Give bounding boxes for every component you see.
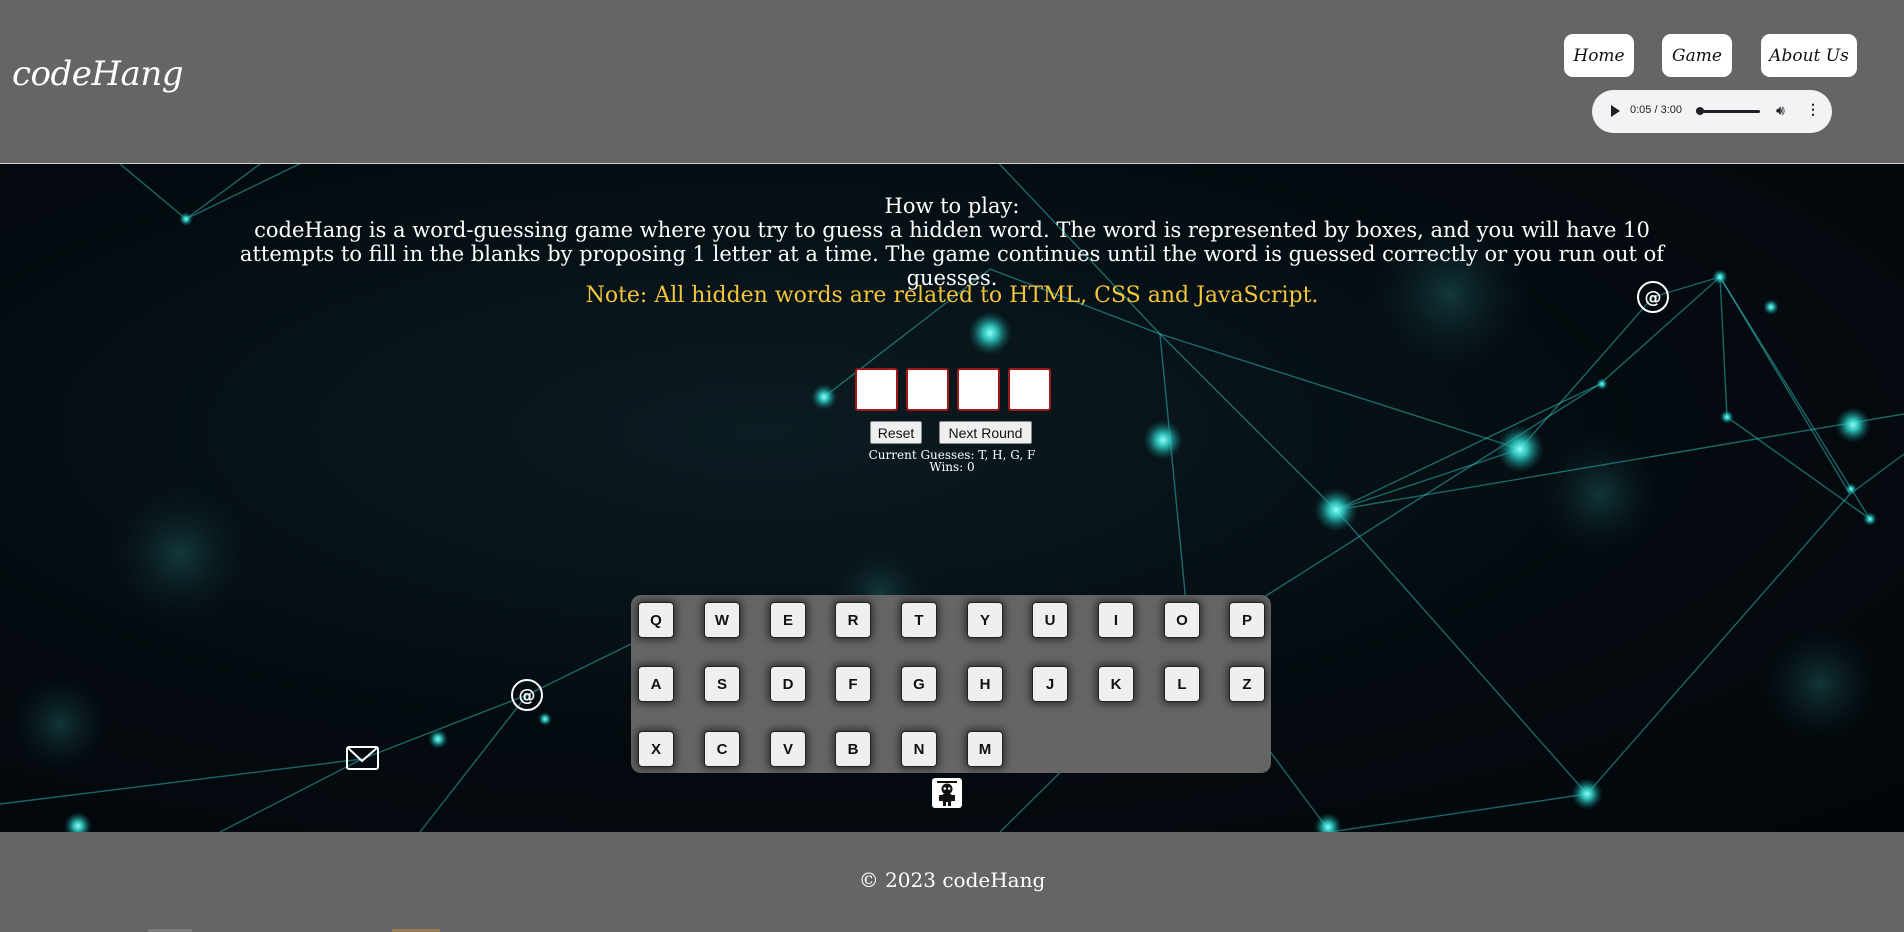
key-v[interactable]: V [770, 731, 806, 767]
key-h[interactable]: H [967, 666, 1003, 702]
audio-player: 0:05 / 3:00 🔊︎ ⋮ [1592, 90, 1832, 133]
word-boxes [855, 368, 1051, 411]
nav-about-us-button[interactable]: About Us [1761, 34, 1857, 77]
key-t[interactable]: T [901, 602, 937, 638]
game-area: @ @ How to play: codeHang is a word-gues… [0, 164, 1904, 832]
key-g[interactable]: G [901, 666, 937, 702]
key-f[interactable]: F [835, 666, 871, 702]
key-c[interactable]: C [704, 731, 740, 767]
letter-box [855, 368, 898, 411]
how-to-play-body: codeHang is a word-guessing game where y… [239, 218, 1665, 290]
nav-game-button[interactable]: Game [1662, 34, 1732, 77]
skull-icon [937, 781, 957, 806]
letter-box [906, 368, 949, 411]
key-u[interactable]: U [1032, 602, 1068, 638]
audio-time: 0:05 / 3:00 [1630, 104, 1682, 116]
more-options-icon[interactable]: ⋮ [1806, 101, 1820, 118]
key-i[interactable]: I [1098, 602, 1134, 638]
reset-button[interactable]: Reset [870, 421, 922, 444]
key-l[interactable]: L [1164, 666, 1200, 702]
site-logo[interactable]: codeHang [12, 54, 183, 94]
site-header: codeHang Home Game About Us 0:05 / 3:00 … [0, 0, 1904, 164]
how-to-play-heading: How to play: [884, 194, 1020, 218]
site-footer: © 2023 codeHang [0, 832, 1904, 932]
key-w[interactable]: W [704, 602, 740, 638]
on-screen-keyboard: Q W E R T Y U I O P A S D F G H J K L Z … [631, 595, 1271, 773]
hint-note: Note: All hidden words are related to HT… [585, 283, 1319, 308]
key-s[interactable]: S [704, 666, 740, 702]
key-x[interactable]: X [638, 731, 674, 767]
audio-seek-thumb[interactable] [1695, 107, 1704, 115]
key-z[interactable]: Z [1229, 666, 1265, 702]
key-a[interactable]: A [638, 666, 674, 702]
audio-seek-slider[interactable] [1696, 110, 1760, 113]
svg-text:@: @ [519, 686, 536, 706]
key-k[interactable]: K [1098, 666, 1134, 702]
key-o[interactable]: O [1164, 602, 1200, 638]
how-to-play: How to play: codeHang is a word-guessing… [0, 194, 1904, 290]
key-e[interactable]: E [770, 602, 806, 638]
key-m[interactable]: M [967, 731, 1003, 767]
hangman-figure [932, 778, 962, 808]
key-b[interactable]: B [835, 731, 871, 767]
wins-count: Wins: 0 [929, 460, 975, 474]
play-icon[interactable] [1611, 105, 1620, 117]
key-d[interactable]: D [770, 666, 806, 702]
key-j[interactable]: J [1032, 666, 1068, 702]
volume-icon[interactable]: 🔊︎ [1776, 102, 1785, 119]
letter-box [957, 368, 1000, 411]
letter-box [1008, 368, 1051, 411]
nav-home-button[interactable]: Home [1564, 34, 1634, 77]
key-q[interactable]: Q [638, 602, 674, 638]
key-p[interactable]: P [1229, 602, 1265, 638]
key-n[interactable]: N [901, 731, 937, 767]
next-round-button[interactable]: Next Round [939, 421, 1032, 444]
key-r[interactable]: R [835, 602, 871, 638]
key-y[interactable]: Y [967, 602, 1003, 638]
copyright-text: © 2023 codeHang [858, 868, 1046, 892]
